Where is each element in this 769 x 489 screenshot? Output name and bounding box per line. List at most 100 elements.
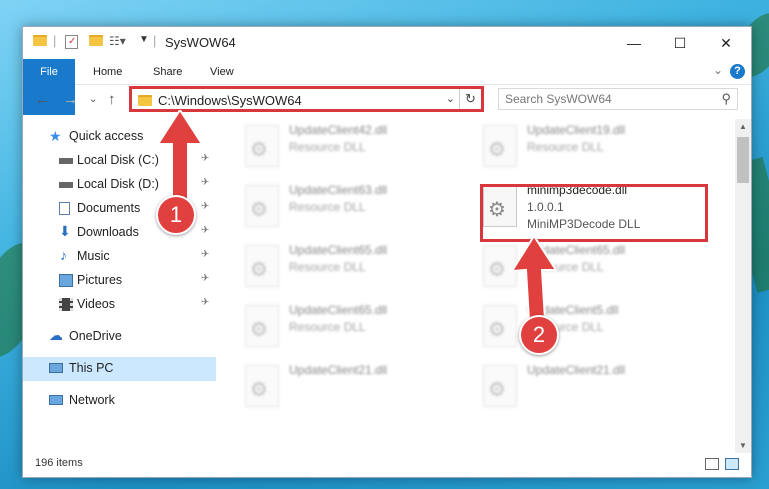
ribbon-tabs: File Home Share View ⌄ ?: [23, 59, 751, 115]
sidebar-item-network[interactable]: Network: [23, 389, 216, 413]
sidebar-item-label: Quick access: [69, 129, 144, 143]
highlight-box: [480, 184, 708, 242]
music-icon: ♪: [60, 247, 67, 263]
minimize-button[interactable]: —: [611, 27, 657, 59]
folder-icon: [138, 95, 152, 106]
vertical-scrollbar[interactable]: ▲ ▼: [735, 119, 751, 453]
file-item[interactable]: ⚙ UpdateClient65.dll Resource DLL: [239, 241, 469, 297]
file-type: Resource DLL: [289, 140, 366, 154]
new-folder-icon[interactable]: [89, 35, 103, 46]
folder-icon: [33, 35, 47, 46]
chevron-down-icon[interactable]: ▼: [139, 34, 149, 45]
file-name: UpdateClient65.dll: [289, 243, 388, 257]
pin-icon: ✈: [201, 249, 210, 260]
tab-home[interactable]: Home: [93, 59, 122, 85]
gear-icon: ⚙: [488, 139, 506, 161]
file-name: UpdateClient21.dll: [289, 363, 388, 377]
file-name: UpdateClient42.dll: [289, 123, 388, 137]
file-name: UpdateClient21.dll: [527, 363, 626, 377]
dll-file-icon: ⚙: [245, 365, 279, 407]
documents-icon: [59, 202, 70, 215]
sidebar-item-label: OneDrive: [69, 329, 122, 343]
cloud-icon: ☁: [49, 327, 63, 343]
dll-file-icon: ⚙: [245, 245, 279, 287]
file-name: UpdateClient63.dll: [289, 183, 388, 197]
sidebar-item-label: Local Disk (C:): [77, 153, 159, 167]
scrollbar-thumb[interactable]: [737, 137, 749, 183]
forward-icon[interactable]: →: [63, 91, 78, 108]
drive-icon: [59, 182, 73, 188]
dll-file-icon: ⚙: [483, 365, 517, 407]
separator: |: [53, 33, 57, 48]
computer-icon: [49, 363, 63, 373]
back-icon[interactable]: ←: [35, 91, 50, 108]
step-2-badge: 2: [519, 315, 559, 355]
details-view-icon[interactable]: [705, 458, 719, 470]
sidebar-item-label: Local Disk (D:): [77, 177, 159, 191]
status-bar: 196 items: [23, 455, 751, 477]
view-options-icon[interactable]: ☷▾: [109, 34, 126, 48]
sidebar-item-label: This PC: [69, 361, 114, 375]
sidebar-item-videos[interactable]: Videos ✈: [23, 293, 216, 317]
recent-locations-icon[interactable]: ⌄: [89, 94, 97, 105]
search-input[interactable]: Search SysWOW64 ⚲: [498, 88, 738, 110]
tab-share[interactable]: Share: [153, 59, 182, 85]
star-icon: ★: [49, 128, 62, 144]
address-bar[interactable]: C:\Windows\SysWOW64 ⌄ ↻: [129, 86, 484, 112]
title-bar: | ✓ ☷▾ ▼ | SysWOW64 — ☐ ✕: [23, 27, 751, 59]
gear-icon: ⚙: [488, 379, 506, 401]
gear-icon: ⚙: [250, 139, 268, 161]
maximize-button[interactable]: ☐: [657, 27, 703, 59]
file-list: ⚙ UpdateClient42.dll Resource DLL ⚙ Upda…: [223, 117, 733, 457]
network-icon: [49, 395, 63, 405]
window-title: SysWOW64: [165, 35, 236, 50]
dll-file-icon: ⚙: [483, 125, 517, 167]
downloads-icon: ⬇: [59, 223, 71, 239]
refresh-icon[interactable]: ↻: [459, 89, 481, 109]
videos-icon: [59, 298, 73, 311]
explorer-window: | ✓ ☷▾ ▼ | SysWOW64 — ☐ ✕ File Home Shar…: [22, 26, 752, 478]
properties-icon[interactable]: ✓: [65, 35, 78, 49]
file-type: Resource DLL: [289, 200, 366, 214]
separator: |: [153, 33, 157, 48]
file-item[interactable]: ⚙ UpdateClient21.dll: [239, 361, 469, 417]
file-item[interactable]: ⚙ UpdateClient63.dll Resource DLL: [239, 181, 469, 237]
sidebar-item-label: Downloads: [77, 225, 139, 239]
expand-ribbon-icon[interactable]: ⌄: [713, 63, 723, 77]
sidebar-item-pictures[interactable]: Pictures ✈: [23, 269, 216, 293]
sidebar-item-this-pc[interactable]: This PC: [23, 357, 216, 381]
tab-view[interactable]: View: [210, 59, 234, 85]
sidebar-item-label: Pictures: [77, 273, 123, 287]
sidebar-item-onedrive[interactable]: ☁ OneDrive: [23, 325, 216, 349]
file-item[interactable]: ⚙ UpdateClient42.dll Resource DLL: [239, 121, 469, 177]
search-icon: ⚲: [721, 91, 731, 106]
gear-icon: ⚙: [250, 379, 268, 401]
file-name: UpdateClient19.dll: [527, 123, 626, 137]
sidebar-item-label: Music: [77, 249, 110, 263]
step-1-badge: 1: [156, 195, 196, 235]
file-name: UpdateClient65.dll: [289, 303, 388, 317]
file-type: Resource DLL: [289, 320, 366, 334]
pictures-icon: [59, 274, 73, 287]
scroll-down-icon[interactable]: ▼: [739, 441, 747, 450]
sidebar-item-label: Videos: [77, 297, 115, 311]
up-icon[interactable]: ↑: [108, 91, 116, 108]
gear-icon: ⚙: [250, 319, 268, 341]
chevron-down-icon[interactable]: ⌄: [446, 92, 455, 105]
sidebar-item-music[interactable]: ♪ Music ✈: [23, 245, 216, 269]
address-path: C:\Windows\SysWOW64: [158, 93, 302, 108]
help-button[interactable]: ?: [730, 64, 745, 79]
file-type: Resource DLL: [527, 140, 604, 154]
dll-file-icon: ⚙: [245, 305, 279, 347]
pin-icon: ✈: [201, 273, 210, 284]
sidebar-item-label: Documents: [77, 201, 141, 215]
large-icons-view-icon[interactable]: [725, 458, 739, 470]
drive-icon: [59, 158, 73, 164]
file-item[interactable]: ⚙ UpdateClient21.dll: [477, 361, 707, 417]
gear-icon: ⚙: [488, 319, 506, 341]
file-item[interactable]: ⚙ UpdateClient19.dll Resource DLL: [477, 121, 707, 177]
file-item[interactable]: ⚙ UpdateClient65.dll Resource DLL: [239, 301, 469, 357]
close-button[interactable]: ✕: [703, 27, 749, 59]
scroll-up-icon[interactable]: ▲: [739, 122, 747, 131]
file-type: Resource DLL: [289, 260, 366, 274]
